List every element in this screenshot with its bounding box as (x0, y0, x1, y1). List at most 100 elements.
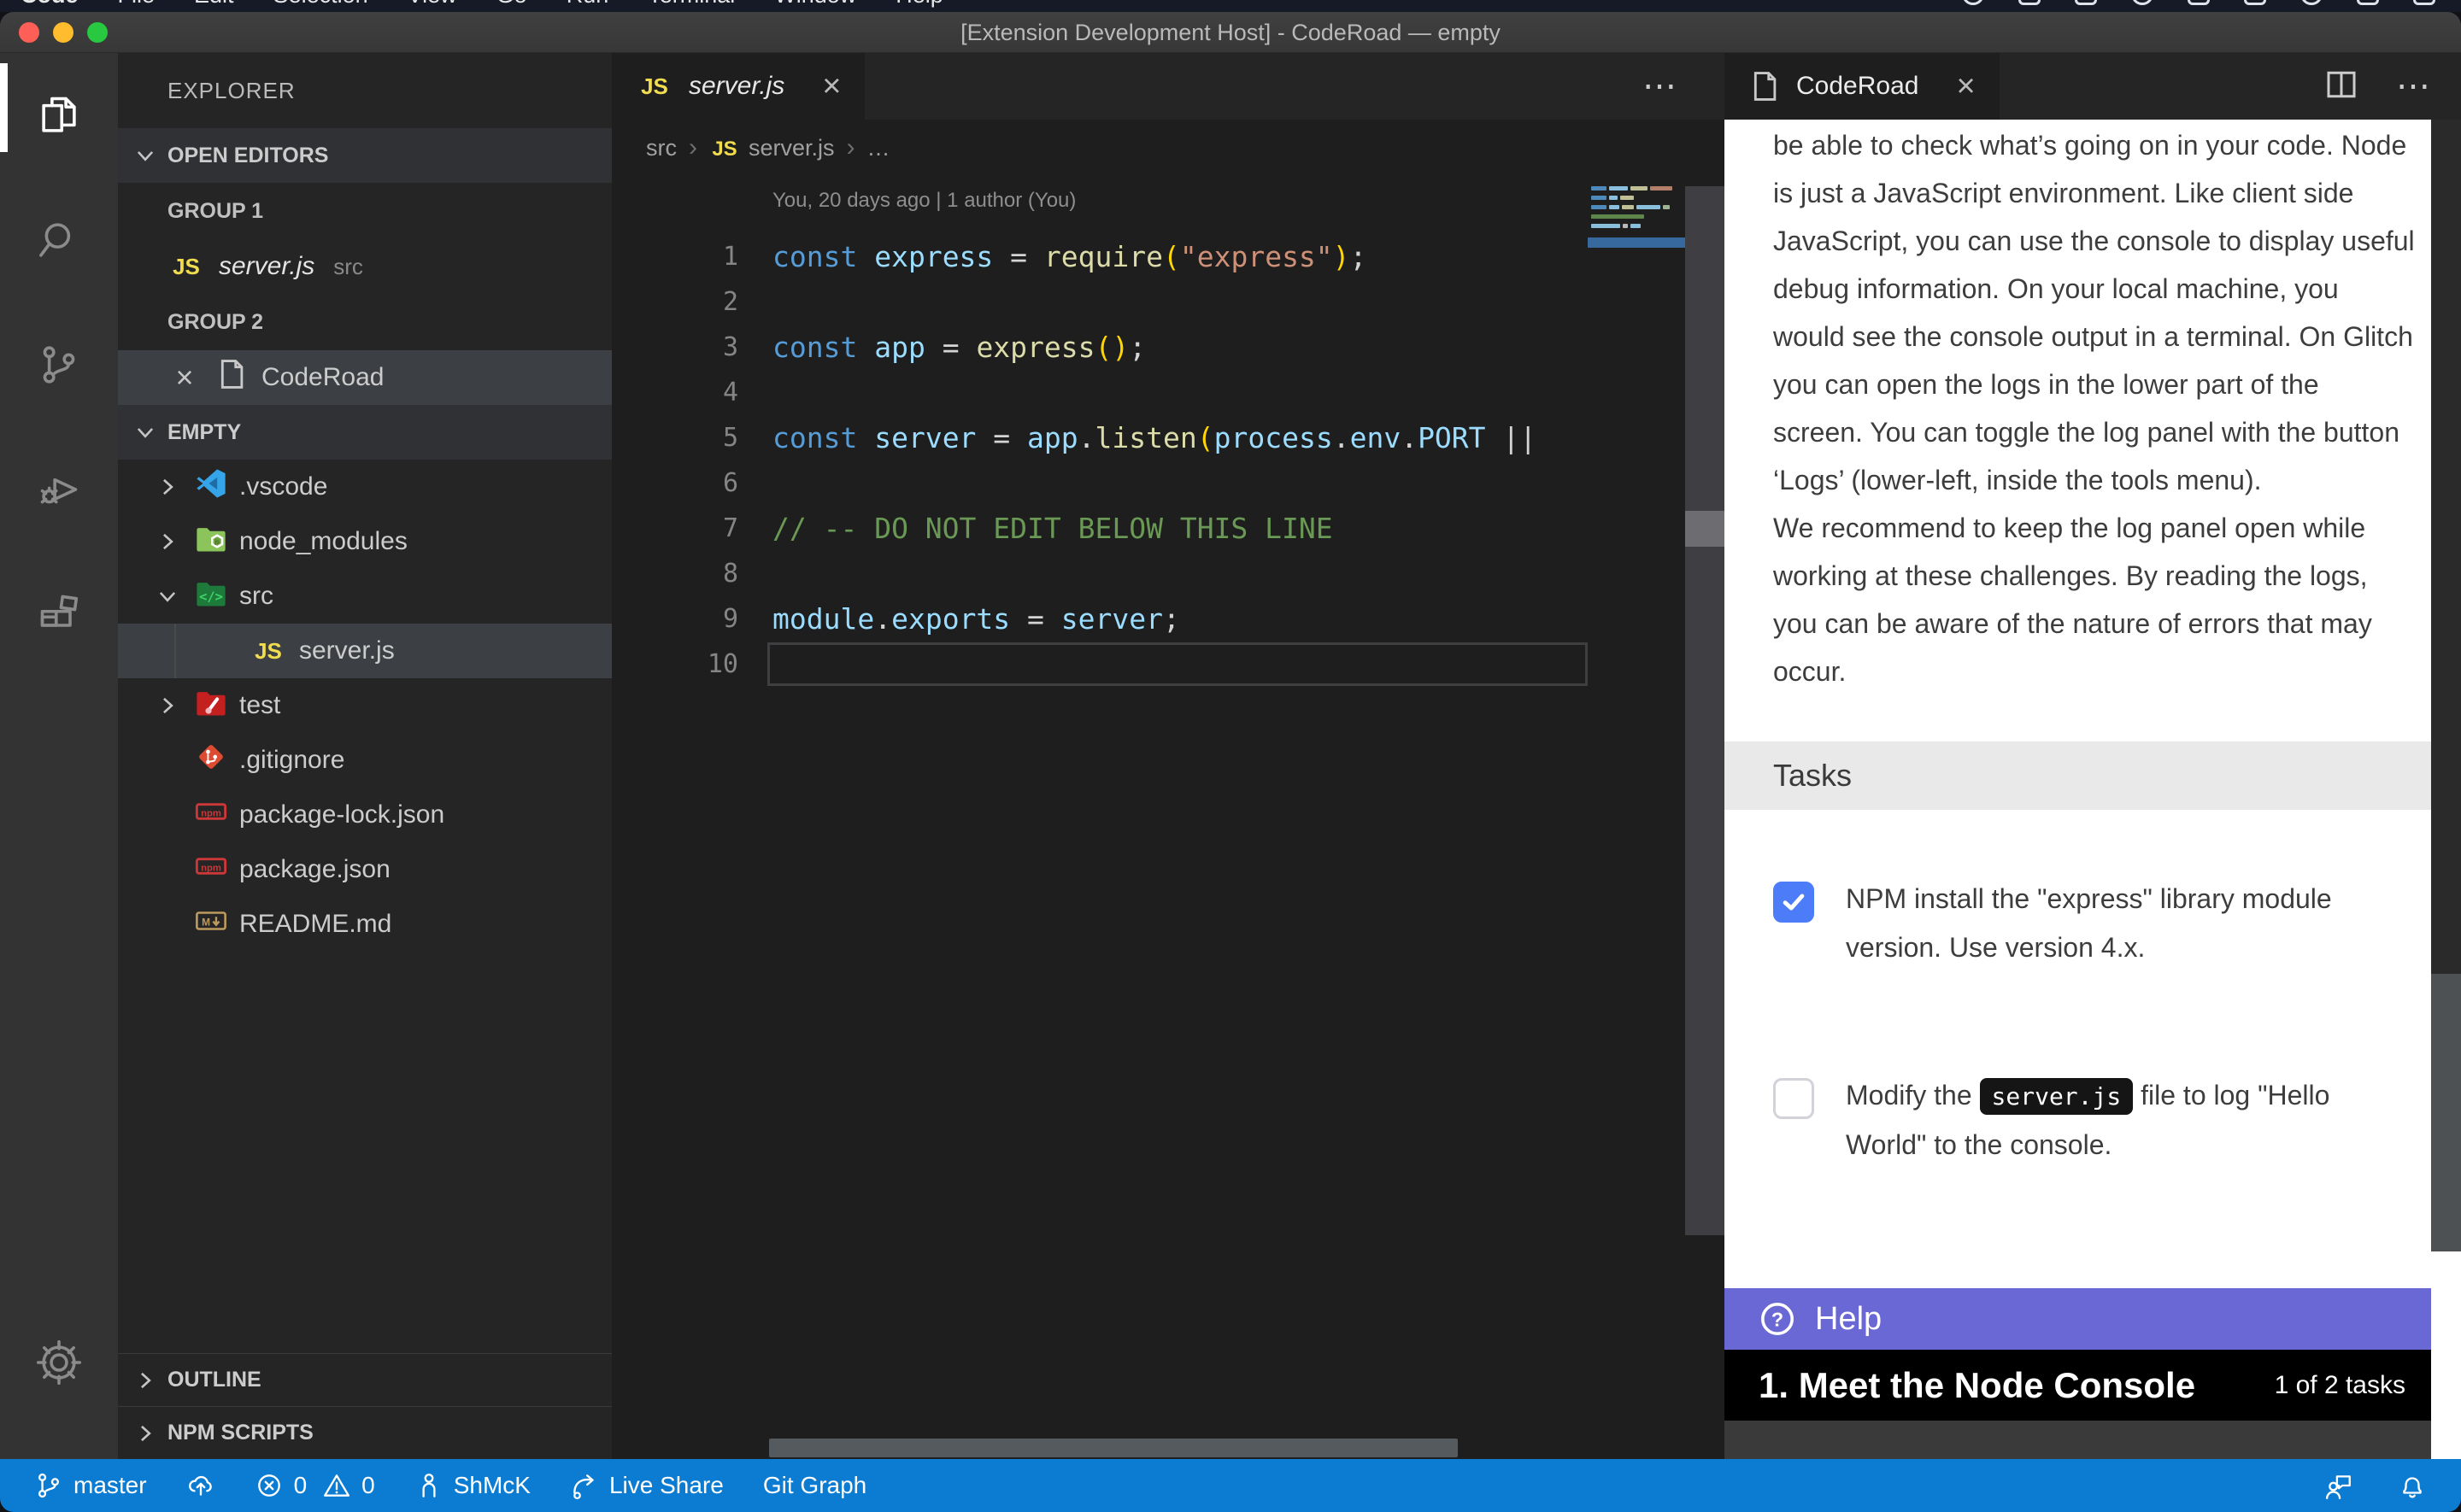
open-editor-item-coderoad[interactable]: × CodeRoad (118, 350, 612, 405)
horizontal-scrollbar-thumb[interactable] (769, 1439, 1458, 1457)
menu-item-terminal[interactable]: Terminal (648, 0, 735, 12)
tree-item-server-js[interactable]: JS server.js (118, 624, 612, 678)
scrollbar-track (2431, 1251, 2461, 1459)
code-line-2[interactable]: 2 (612, 279, 1588, 325)
status-0[interactable]: 0 (255, 1471, 308, 1500)
breadcrumb-item-server-js[interactable]: JSserver.js (709, 135, 835, 161)
window-title-bar[interactable]: [Extension Development Host] - CodeRoad … (0, 12, 2461, 53)
tree-item-package-lock-json[interactable]: npmpackage-lock.json (118, 788, 612, 842)
minimap[interactable] (1588, 186, 1685, 408)
breadcrumb-item-src[interactable]: src (646, 135, 677, 161)
tree-item--vscode[interactable]: .vscode (118, 460, 612, 514)
open-editor-item-server-js[interactable]: JSserver.jssrc (118, 239, 612, 294)
status-bell[interactable] (2398, 1471, 2427, 1500)
sidebar-title: EXPLORER (118, 53, 612, 128)
codelens-annotation[interactable]: You, 20 days ago | 1 author (You) (772, 181, 1076, 220)
menu-item-window[interactable]: Window (774, 0, 856, 12)
file-name: server.js (299, 636, 395, 665)
webview-scrollbar[interactable] (2431, 120, 2461, 1459)
menu-item-view[interactable]: View (408, 0, 457, 12)
chevron-down-icon (130, 140, 161, 171)
workspace-section-header[interactable]: EMPTY (118, 405, 612, 460)
close-tab-icon[interactable]: × (822, 68, 841, 105)
tree-item--gitignore[interactable]: .gitignore (118, 733, 612, 788)
lesson-text-line: ‘Logs’ (lower-left, inside the tools men… (1773, 456, 2431, 504)
tab-coderoad[interactable]: CodeRoad × (1724, 53, 2000, 120)
scrollbar-thumb[interactable] (2431, 974, 2461, 1251)
warning-icon (322, 1471, 351, 1500)
line-number: 9 (612, 604, 738, 634)
activity-settings-icon[interactable] (0, 1300, 118, 1425)
status-cloud-upload[interactable] (186, 1471, 215, 1500)
tree-item-readme-md[interactable]: MREADME.md (118, 897, 612, 952)
status-shmck[interactable]: ShMcK (414, 1471, 531, 1500)
menu-item-selection[interactable]: Selection (273, 0, 368, 12)
tree-item-test[interactable]: test (118, 678, 612, 733)
status-git-graph[interactable]: Git Graph (763, 1472, 866, 1499)
lesson-text-line: JavaScript, you can use the console to d… (1773, 217, 2431, 265)
section-label: OUTLINE (167, 1368, 261, 1392)
close-icon[interactable]: × (167, 360, 202, 395)
activity-source-control-icon[interactable] (0, 302, 118, 427)
code-line-7[interactable]: 7// -- DO NOT EDIT BELOW THIS LINE (612, 506, 1588, 551)
menu-item-go[interactable]: Go (496, 0, 527, 12)
status-0[interactable]: 0 (322, 1471, 375, 1500)
status-feedback[interactable] (2324, 1471, 2353, 1500)
menubar-status-icon (2357, 0, 2379, 5)
code-line-9[interactable]: 9module.exports = server; (612, 596, 1588, 642)
file-name: README.md (239, 910, 391, 939)
task-item-2: Modify the server.js file to log "HelloW… (1724, 1071, 2431, 1169)
section-label: NPM SCRIPTS (167, 1421, 314, 1445)
cloud-upload-icon (186, 1471, 215, 1500)
code-line-10[interactable]: 10 (612, 642, 1588, 687)
sidebar-section-outline[interactable]: OUTLINE (118, 1353, 612, 1406)
menu-item-file[interactable]: File (118, 0, 156, 12)
sidebar-section-npm-scripts[interactable]: NPM SCRIPTS (118, 1406, 612, 1459)
file-type-icon: JS (250, 636, 287, 665)
menubar-status-icon (2244, 0, 2266, 5)
activity-extensions-icon[interactable] (0, 552, 118, 677)
activity-explorer-icon[interactable] (0, 53, 118, 178)
file-type-icon (195, 467, 227, 507)
scrollbar-thumb[interactable] (1685, 511, 1724, 547)
lesson-text-line: be able to check what’s going on in your… (1773, 121, 2431, 169)
tree-item-node_modules[interactable]: jsnode_modules (118, 514, 612, 569)
close-tab-icon[interactable]: × (1956, 68, 1975, 105)
line-number: 7 (612, 513, 738, 543)
code-line-3[interactable]: 3const app = express(); (612, 325, 1588, 370)
activity-search-icon[interactable] (0, 178, 118, 302)
code-line-5[interactable]: 5const server = app.listen(process.env.P… (612, 415, 1588, 460)
tree-item-src[interactable]: </>src (118, 569, 612, 624)
task-list: NPM install the "express" library module… (1724, 875, 2431, 1269)
status-live-share[interactable]: Live Share (570, 1471, 724, 1500)
code-editor[interactable]: 1const express = require("express");23co… (612, 234, 1588, 687)
menu-item-edit[interactable]: Edit (194, 0, 234, 12)
menu-item-run[interactable]: Run (567, 0, 609, 12)
menu-item-code[interactable]: Code (21, 0, 79, 12)
more-actions-icon[interactable]: ⋯ (2396, 67, 2430, 106)
tree-item-package-json[interactable]: npmpackage.json (118, 842, 612, 897)
code-line-8[interactable]: 8 (612, 551, 1588, 596)
line-number: 5 (612, 423, 738, 453)
breadcrumb-item--[interactable]: … (867, 135, 890, 161)
split-editor-icon[interactable] (2324, 67, 2358, 106)
task-checkbox[interactable] (1773, 1078, 1814, 1119)
help-section-header[interactable]: ? Help (1724, 1288, 2431, 1350)
status-bar-left: master 00 ShMcK Live Share Git Graph (34, 1471, 906, 1500)
activity-run-debug-icon[interactable] (0, 427, 118, 552)
code-line-6[interactable]: 6 (612, 460, 1588, 506)
editor-scrollbar[interactable] (1685, 186, 1724, 1235)
code-line-4[interactable]: 4 (612, 370, 1588, 415)
status-master[interactable]: master (34, 1471, 147, 1500)
menu-item-help[interactable]: Help (896, 0, 943, 12)
lesson-text-line: is just a JavaScript environment. Like c… (1773, 169, 2431, 217)
open-editors-group-label: GROUP 1 (118, 183, 612, 239)
tab-server-js[interactable]: JS server.js × (612, 53, 865, 120)
open-editors-section-header[interactable]: OPEN EDITORS (118, 128, 612, 183)
code-line-1[interactable]: 1const express = require("express"); (612, 234, 1588, 279)
task-checkbox[interactable] (1773, 882, 1814, 923)
lesson-footer-strip (1724, 1421, 2431, 1459)
file-name: CodeRoad (261, 363, 384, 392)
sidebar-bottom-sections: OUTLINE NPM SCRIPTS (118, 1353, 612, 1459)
more-actions-icon[interactable]: ⋯ (1642, 67, 1677, 106)
